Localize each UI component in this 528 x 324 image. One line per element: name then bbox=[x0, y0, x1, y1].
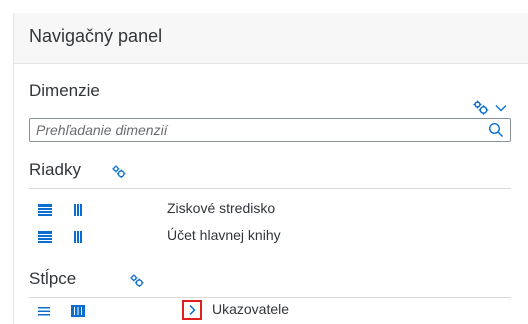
expand-button[interactable] bbox=[182, 300, 202, 320]
hierarchy-bars-icon[interactable] bbox=[71, 230, 85, 243]
gear-icon[interactable] bbox=[129, 273, 145, 294]
dimensions-toolbar bbox=[472, 100, 512, 120]
panel-header: Navigačný panel bbox=[14, 13, 528, 64]
navigation-panel: Navigačný panel Dimenzie Prehľadanie dim… bbox=[13, 13, 528, 324]
column-item[interactable]: Ukazovatele bbox=[29, 297, 511, 323]
rows-title: Riadky bbox=[29, 160, 81, 179]
row-item[interactable]: Ziskové stredisko bbox=[29, 196, 511, 222]
row-item[interactable]: Účet hlavnej knihy bbox=[29, 223, 511, 249]
dimension-search-input[interactable] bbox=[36, 121, 466, 139]
chevron-down-icon[interactable] bbox=[494, 101, 508, 120]
dimensions-title: Dimenzie bbox=[29, 81, 100, 100]
gear-icon[interactable] bbox=[111, 164, 127, 185]
display-lines-icon[interactable] bbox=[38, 230, 52, 243]
columns-title: Stĺpce bbox=[29, 269, 77, 288]
row-item-label: Ziskové stredisko bbox=[167, 200, 276, 216]
panel-title: Navigačný panel bbox=[29, 26, 163, 46]
chevron-right-icon bbox=[184, 304, 200, 322]
display-lines-icon[interactable] bbox=[38, 304, 52, 316]
display-lines-icon[interactable] bbox=[38, 203, 52, 216]
column-item-label: Ukazovatele bbox=[212, 301, 290, 317]
dimension-search-field[interactable] bbox=[29, 118, 511, 142]
hierarchy-bars-icon[interactable] bbox=[71, 203, 85, 216]
row-item-label: Účet hlavnej knihy bbox=[167, 227, 281, 243]
rows-divider bbox=[29, 188, 511, 189]
search-icon[interactable] bbox=[488, 122, 504, 138]
hierarchy-bars-icon[interactable] bbox=[71, 304, 85, 317]
